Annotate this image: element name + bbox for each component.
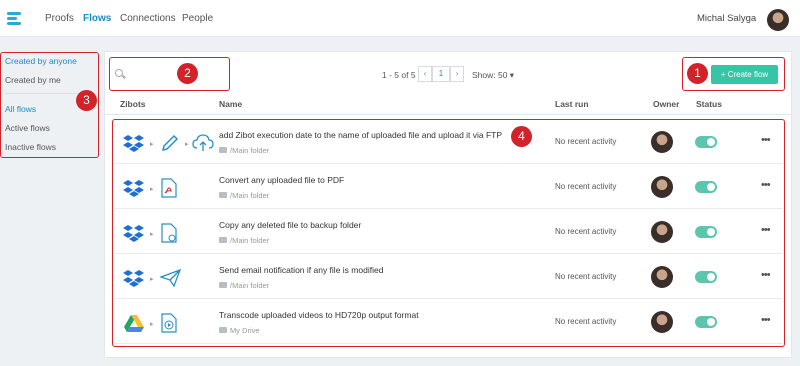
callout-box-search: [109, 57, 230, 91]
callout-box-flows: [112, 119, 785, 347]
nav-flows-link[interactable]: Flows: [83, 13, 111, 24]
table-header-divider: [104, 114, 792, 115]
user-name[interactable]: Michal Salyga: [697, 13, 756, 24]
pager-range: 1 - 5 of 5: [382, 70, 416, 80]
pager-prev-button[interactable]: ‹: [418, 66, 432, 82]
callout-badge-1: 1: [687, 63, 708, 84]
page-size-select[interactable]: Show: 50 ▾: [472, 70, 514, 81]
top-nav-bar: Proofs Flows Connections People Michal S…: [0, 0, 800, 37]
callout-badge-4: 4: [511, 126, 532, 147]
user-avatar[interactable]: [767, 9, 789, 31]
nav-people-link[interactable]: People: [182, 13, 213, 24]
column-header-name[interactable]: Name: [219, 99, 242, 109]
pager-page-button[interactable]: 1: [432, 66, 450, 82]
pager-next-button[interactable]: ›: [450, 66, 464, 82]
column-header-status: Status: [696, 99, 722, 109]
column-header-zibots: Zibots: [120, 99, 146, 109]
column-header-last-run[interactable]: Last run: [555, 99, 589, 109]
app-logo-icon[interactable]: [7, 10, 23, 26]
nav-proofs-link[interactable]: Proofs: [45, 13, 74, 24]
column-header-owner: Owner: [653, 99, 680, 109]
callout-badge-2: 2: [177, 63, 198, 84]
nav-connections-link[interactable]: Connections: [120, 13, 176, 24]
callout-badge-3: 3: [76, 90, 97, 111]
